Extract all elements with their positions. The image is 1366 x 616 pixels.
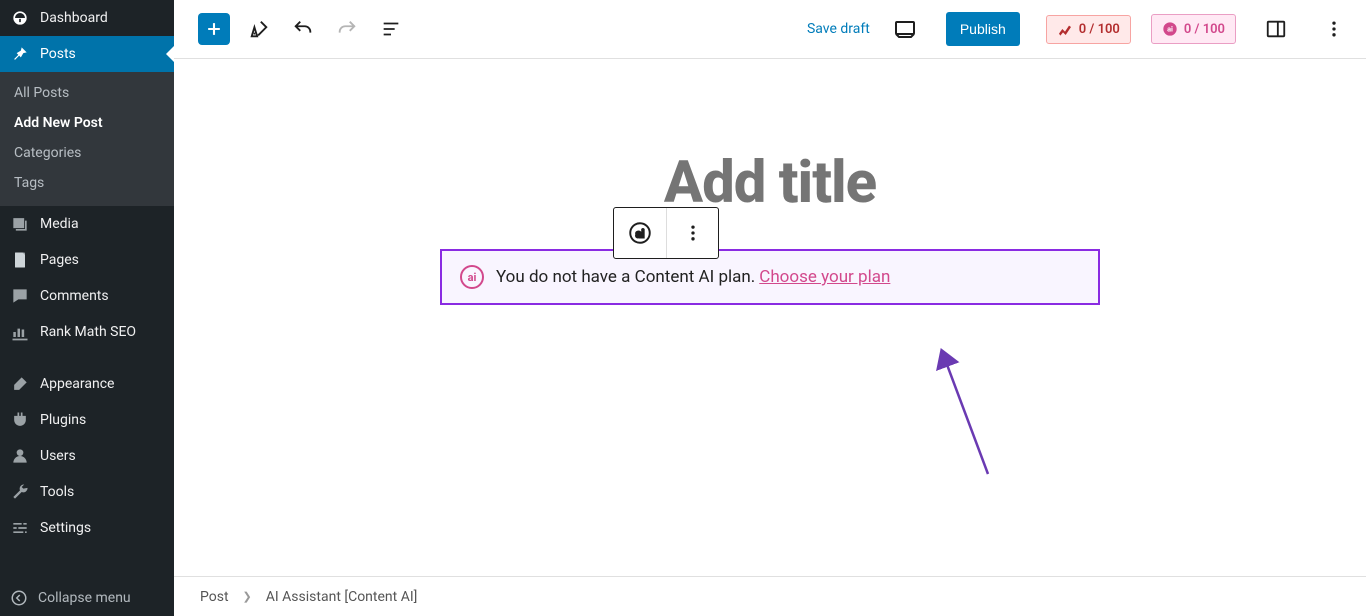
editor-toolbar: Save draft Publish 0 / 100 ai 0 / 100: [174, 0, 1366, 59]
plugin-icon: [10, 410, 30, 430]
submenu-all-posts[interactable]: All Posts: [0, 78, 174, 108]
brush-icon: [10, 374, 30, 394]
svg-text:ai: ai: [636, 227, 645, 240]
breadcrumb-block[interactable]: AI Assistant [Content AI]: [266, 589, 418, 605]
pin-icon: [10, 44, 30, 64]
sidebar-item-comments[interactable]: Comments: [0, 278, 174, 314]
breadcrumb-post[interactable]: Post: [200, 589, 229, 605]
add-block-button[interactable]: [198, 13, 230, 45]
media-icon: [10, 214, 30, 234]
sidebar-label: Comments: [40, 288, 109, 304]
sidebar-item-users[interactable]: Users: [0, 438, 174, 474]
dashboard-icon: [10, 8, 30, 28]
admin-sidebar: Dashboard Posts All Posts Add New Post C…: [0, 0, 174, 616]
sidebar-item-tools[interactable]: Tools: [0, 474, 174, 510]
submenu-categories[interactable]: Categories: [0, 138, 174, 168]
submenu-tags[interactable]: Tags: [0, 168, 174, 198]
block-toolbar: ai: [613, 207, 719, 259]
choose-plan-link[interactable]: Choose your plan: [759, 267, 890, 287]
ai-score-text: 0 / 100: [1184, 22, 1225, 37]
sidebar-item-plugins[interactable]: Plugins: [0, 402, 174, 438]
seo-score-text: 0 / 100: [1079, 22, 1120, 37]
more-options-button[interactable]: [1316, 11, 1352, 47]
editor-breadcrumb: Post ❯ AI Assistant [Content AI]: [174, 576, 1366, 616]
collapse-menu-button[interactable]: Collapse menu: [0, 580, 174, 616]
settings-panel-button[interactable]: [1258, 11, 1294, 47]
content-ai-notice-block[interactable]: ai You do not have a Content AI plan. Ch…: [440, 249, 1100, 305]
seo-score-badge[interactable]: 0 / 100: [1046, 15, 1131, 44]
sidebar-item-pages[interactable]: Pages: [0, 242, 174, 278]
posts-submenu: All Posts Add New Post Categories Tags: [0, 72, 174, 206]
sidebar-item-appearance[interactable]: Appearance: [0, 366, 174, 402]
user-icon: [10, 446, 30, 466]
ai-badge-icon: ai: [1162, 21, 1178, 37]
submenu-add-new-post[interactable]: Add New Post: [0, 108, 174, 138]
content-ai-score-badge[interactable]: ai 0 / 100: [1151, 14, 1236, 44]
publish-button[interactable]: Publish: [946, 12, 1020, 46]
document-overview-button[interactable]: [376, 14, 406, 44]
svg-text:ai: ai: [1167, 25, 1173, 34]
sidebar-label: Plugins: [40, 412, 86, 428]
comments-icon: [10, 286, 30, 306]
sidebar-item-rankmath[interactable]: Rank Math SEO: [0, 314, 174, 350]
ai-notice-text: You do not have a Content AI plan.: [496, 267, 755, 287]
sidebar-label: Users: [40, 448, 76, 464]
pages-icon: [10, 250, 30, 270]
sidebar-item-media[interactable]: Media: [0, 206, 174, 242]
sidebar-label: Rank Math SEO: [40, 324, 136, 340]
collapse-icon: [10, 589, 28, 607]
sidebar-item-settings[interactable]: Settings: [0, 510, 174, 546]
sidebar-label: Dashboard: [40, 10, 108, 26]
sidebar-label: Posts: [40, 46, 76, 62]
preview-button[interactable]: [890, 14, 920, 44]
sidebar-label: Pages: [40, 252, 79, 268]
content-ai-icon: ai: [460, 265, 484, 289]
annotation-arrow: [938, 354, 998, 484]
collapse-label: Collapse menu: [38, 590, 131, 606]
sidebar-label: Settings: [40, 520, 91, 536]
chevron-right-icon: ❯: [243, 590, 252, 603]
redo-button[interactable]: [332, 14, 362, 44]
sliders-icon: [10, 518, 30, 538]
wrench-icon: [10, 482, 30, 502]
sidebar-label: Appearance: [40, 376, 114, 392]
tools-button[interactable]: [244, 14, 274, 44]
block-more-button[interactable]: [666, 208, 718, 258]
sidebar-label: Tools: [40, 484, 74, 500]
trend-icon: [1057, 22, 1073, 36]
sidebar-label: Media: [40, 216, 79, 232]
chart-icon: [10, 322, 30, 342]
sidebar-item-dashboard[interactable]: Dashboard: [0, 0, 174, 36]
sidebar-item-posts[interactable]: Posts: [0, 36, 174, 72]
svg-text:ai: ai: [468, 271, 477, 284]
save-draft-button[interactable]: Save draft: [807, 21, 870, 37]
undo-button[interactable]: [288, 14, 318, 44]
block-type-button[interactable]: ai: [614, 208, 666, 258]
block-editor-canvas: Add title ai ai You do not have a Conten…: [174, 59, 1366, 576]
